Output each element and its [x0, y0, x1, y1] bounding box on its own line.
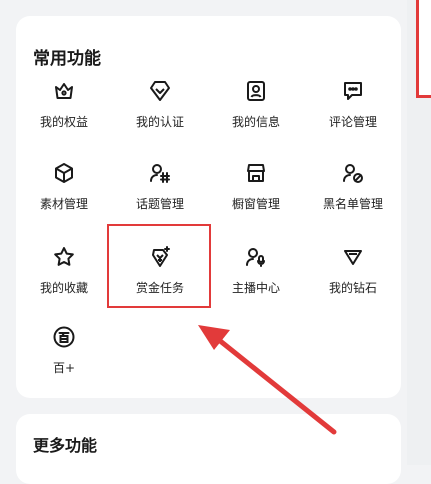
grid-item-my-diamonds[interactable]: 我的钻石	[305, 245, 401, 305]
storefront-icon	[244, 161, 268, 185]
common-functions-card: 常用功能 我的权益 我的认证 我的信息 评论管理 素材管理 话题管理 橱窗管理 …	[16, 16, 401, 398]
grid-item-label: 百+	[52, 361, 76, 375]
bai-plus-icon	[52, 325, 76, 349]
grid-item-label: 橱窗管理	[231, 197, 280, 211]
more-functions-card: 更多功能	[16, 414, 401, 484]
annotation-box-right	[416, 0, 431, 98]
grid-item-label: 素材管理	[39, 197, 88, 211]
grid-item-label: 话题管理	[135, 197, 184, 211]
grid-item-comment-management[interactable]: 评论管理	[305, 79, 401, 139]
grid-item-label: 评论管理	[328, 115, 377, 129]
blocked-user-icon	[341, 161, 365, 185]
profile-card-icon	[244, 79, 268, 103]
common-functions-title: 常用功能	[33, 49, 101, 69]
grid-item-label: 黑名单管理	[322, 197, 383, 211]
grid-item-topic-management[interactable]: 话题管理	[112, 161, 208, 221]
grid-item-my-verification[interactable]: 我的认证	[112, 79, 208, 139]
grid-item-label: 我的钻石	[328, 281, 377, 295]
grid-item-my-info[interactable]: 我的信息	[208, 79, 304, 139]
comment-icon	[341, 79, 365, 103]
topic-hash-icon	[148, 161, 172, 185]
verify-shield-icon	[148, 79, 172, 103]
more-functions-title: 更多功能	[33, 436, 98, 455]
grid-item-my-favorites[interactable]: 我的收藏	[16, 245, 112, 305]
grid-item-label: 我的信息	[231, 115, 280, 129]
cube-icon	[52, 161, 76, 185]
grid-item-bai-plus[interactable]: 百+	[16, 325, 112, 385]
grid-item-label: 主播中心	[231, 281, 280, 295]
grid-item-label: 我的收藏	[39, 281, 88, 295]
star-icon	[52, 245, 76, 269]
streamer-mic-icon	[244, 245, 268, 269]
grid-item-streamer-center[interactable]: 主播中心	[208, 245, 304, 305]
crown-icon	[52, 79, 76, 103]
grid-item-material-management[interactable]: 素材管理	[16, 161, 112, 221]
grid-item-blacklist-management[interactable]: 黑名单管理	[305, 161, 401, 221]
annotation-highlight-box	[107, 224, 211, 308]
grid-item-label: 我的认证	[135, 115, 184, 129]
grid-item-label: 我的权益	[39, 115, 88, 129]
grid-item-showcase-management[interactable]: 橱窗管理	[208, 161, 304, 221]
grid-item-my-benefits[interactable]: 我的权益	[16, 79, 112, 139]
diamond-icon	[341, 245, 365, 269]
